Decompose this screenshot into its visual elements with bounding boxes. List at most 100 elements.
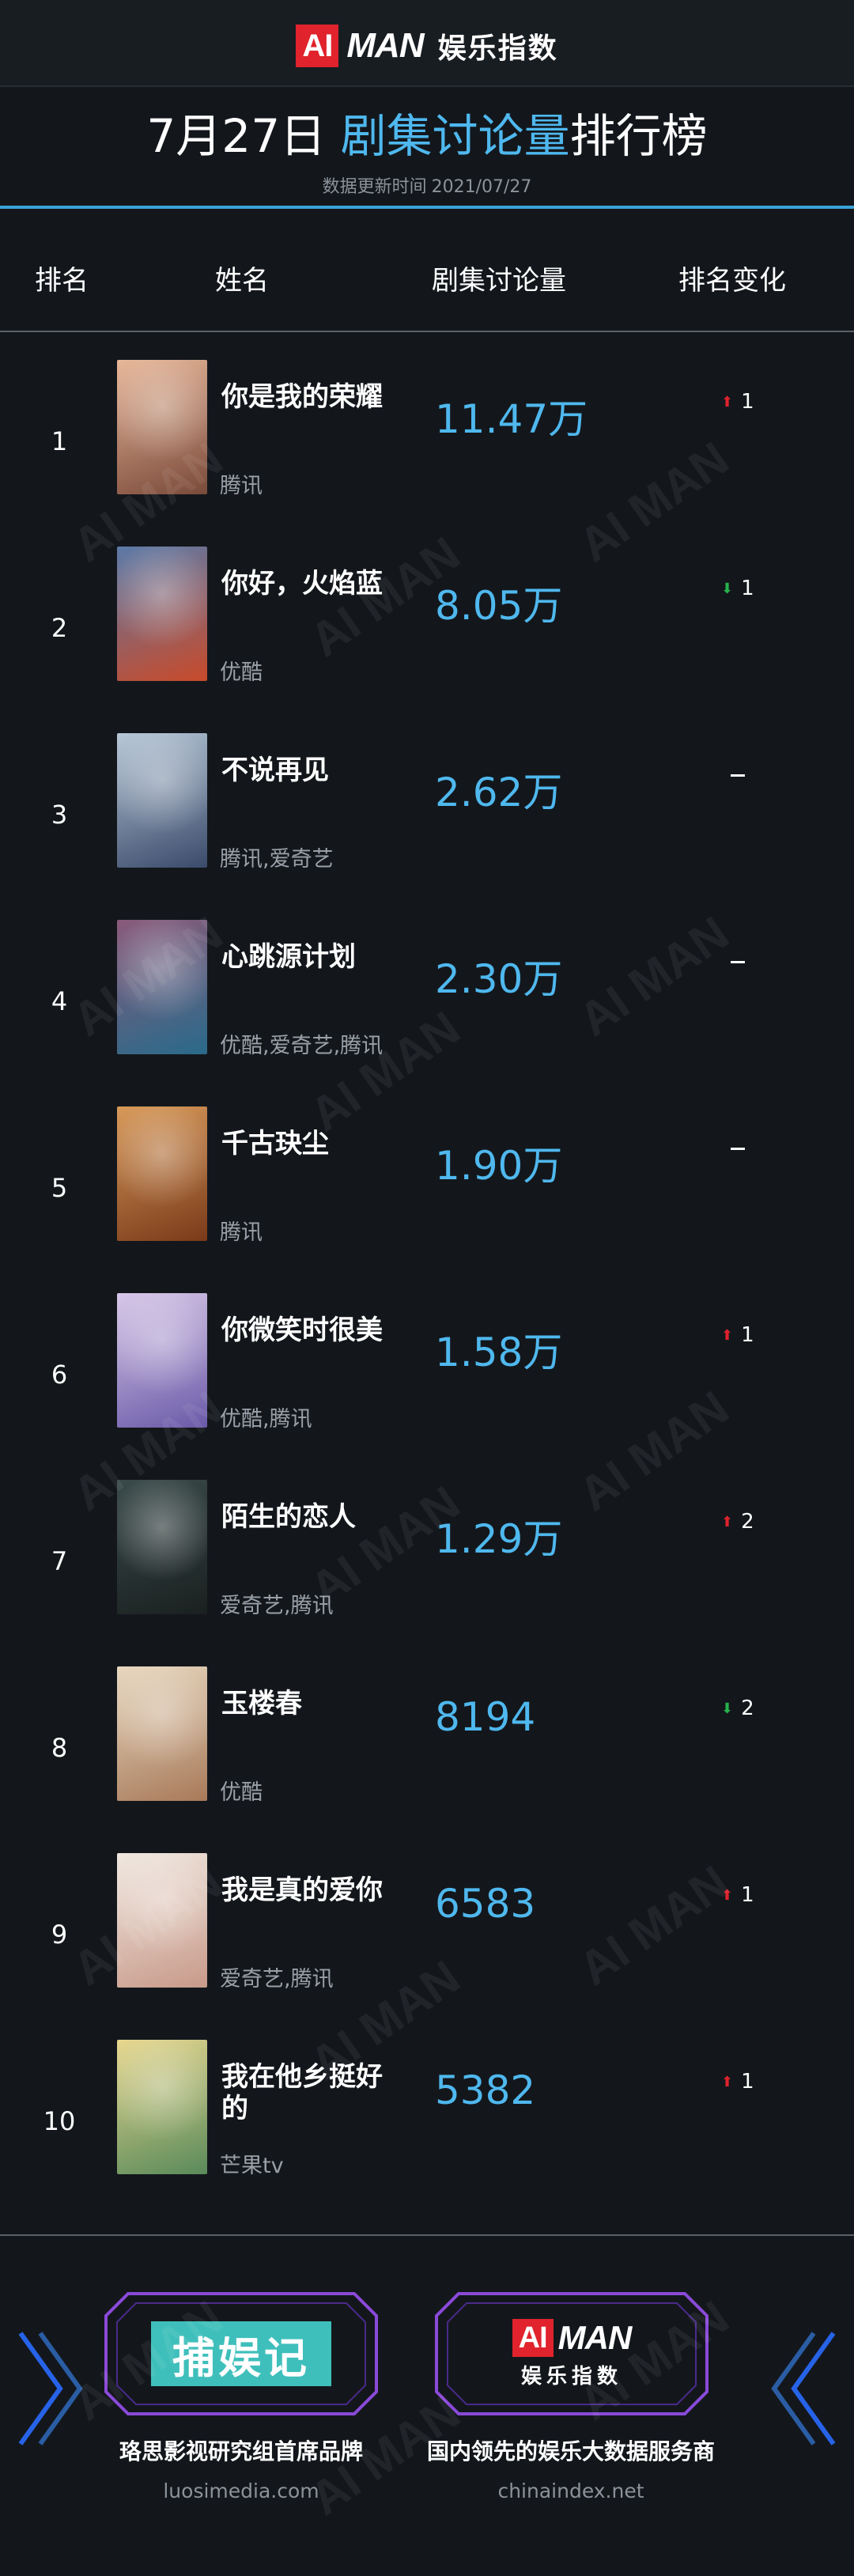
- rank-number: 2: [51, 613, 68, 643]
- footer-ai-mark: AI: [512, 2318, 554, 2357]
- rank-change: ⬆ 1: [721, 2066, 784, 2097]
- brand-man-text: MAN: [346, 26, 424, 65]
- drama-poster[interactable]: [117, 1293, 207, 1428]
- arrow-up-icon: ⬆: [721, 1886, 734, 1904]
- rank-change-value: 2: [741, 1697, 754, 1720]
- aiman-footer-logo: AI MAN 娱乐指数: [512, 2318, 633, 2389]
- drama-platform: 优酷,爱奇艺,腾讯: [220, 1034, 384, 1058]
- footer-left-url[interactable]: luosimedia.com: [67, 2480, 415, 2502]
- drama-poster[interactable]: [117, 920, 207, 1054]
- no-change-dash-icon: [731, 774, 745, 777]
- drama-name: 心跳源计划: [221, 941, 356, 973]
- arrow-down-icon: ⬇: [721, 580, 734, 597]
- title-divider: [0, 206, 854, 209]
- no-change-dash-icon: [731, 1147, 745, 1150]
- ranking-row[interactable]: 7 陌生的恋人爱奇艺,腾讯 1.29万 ⬆ 2: [0, 1468, 854, 1655]
- discussion-volume: 11.47万: [435, 396, 588, 442]
- drama-name: 你微笑时很美: [221, 1314, 383, 1346]
- rank-number: 3: [51, 800, 68, 830]
- rank-change-value: 1: [741, 1883, 754, 1907]
- buyuji-logo: 捕娱记: [151, 2321, 331, 2386]
- drama-platform: 腾讯: [220, 474, 263, 498]
- discussion-volume: 1.29万: [435, 1516, 563, 1562]
- discussion-volume: 6583: [435, 1881, 536, 1927]
- rank-number: 10: [43, 2106, 76, 2136]
- drama-name: 千古玦尘: [221, 1128, 329, 1159]
- drama-name: 我在他乡挺好的: [221, 2061, 383, 2124]
- drama-platform: 爱奇艺,腾讯: [220, 1967, 334, 1992]
- arrow-up-icon: ⬆: [721, 2073, 734, 2090]
- ranking-row[interactable]: 5 千古玦尘 腾讯 1.90万: [0, 1095, 854, 1281]
- rank-number: 5: [51, 1173, 68, 1203]
- arrow-up-icon: ⬆: [721, 393, 734, 410]
- drama-poster[interactable]: [117, 1106, 207, 1241]
- rank-change: ⬆ 1: [721, 1319, 784, 1351]
- discussion-volume: 2.30万: [435, 956, 563, 1002]
- rank-number: 9: [51, 1920, 68, 1950]
- drama-poster[interactable]: [117, 1666, 207, 1801]
- drama-platform: 爱奇艺,腾讯: [220, 1594, 334, 1618]
- footer-left-tagline: 珞思影视研究组首席品牌: [119, 2438, 363, 2464]
- drama-name: 陌生的恋人: [221, 1501, 356, 1533]
- discussion-volume: 8194: [435, 1694, 536, 1740]
- footer-right-url[interactable]: chinaindex.net: [397, 2480, 745, 2502]
- drama-name: 不说再见: [221, 755, 329, 786]
- title-suffix: 排行榜: [569, 109, 708, 163]
- footer-divider: [0, 2234, 854, 2236]
- drama-poster[interactable]: [117, 547, 207, 681]
- discussion-volume: 1.58万: [435, 1330, 563, 1375]
- brand-ai-mark: AI: [296, 25, 339, 67]
- ranking-row[interactable]: 9 我是真的爱你 爱奇艺,腾讯 6583 ⬆ 1: [0, 1841, 854, 2028]
- column-header-rank-change: 排名变化: [678, 265, 786, 297]
- no-change-dash-icon: [731, 960, 745, 963]
- rank-change-value: 2: [741, 1510, 754, 1534]
- right-chevron-decoration: [771, 2332, 836, 2445]
- drama-poster[interactable]: [117, 360, 207, 494]
- rank-change-value: 1: [741, 2070, 754, 2094]
- drama-name: 你好，火焰蓝: [221, 568, 383, 600]
- page-title: 7月27日 剧集讨论量排行榜: [0, 104, 854, 168]
- drama-platform: 腾讯,爱奇艺: [220, 847, 334, 872]
- rank-number: 6: [51, 1360, 68, 1390]
- discussion-volume: 5382: [435, 2067, 536, 2113]
- rank-change: ⬇ 1: [721, 573, 784, 604]
- column-header-discussion: 剧集讨论量: [432, 265, 566, 297]
- rank-change: ⬆ 2: [721, 1506, 784, 1538]
- rank-change-value: 1: [741, 390, 754, 414]
- ranking-row[interactable]: 1 你是我的荣耀 腾讯 11.47万 ⬆ 1: [0, 348, 854, 535]
- column-header-name: 姓名: [215, 265, 269, 297]
- discussion-volume: 8.05万: [435, 583, 563, 629]
- footer-right-tagline: 国内领先的娱乐大数据服务商: [426, 2438, 715, 2464]
- rank-change: [721, 759, 784, 791]
- drama-poster[interactable]: [117, 1853, 207, 1988]
- brand-logo: AI MAN 娱乐指数: [0, 22, 854, 70]
- drama-poster[interactable]: [117, 2040, 207, 2174]
- footer-left-frame: 捕娱记: [104, 2292, 378, 2415]
- rank-number: 1: [51, 426, 68, 456]
- arrow-down-icon: ⬇: [721, 1700, 734, 1717]
- rank-number: 7: [51, 1546, 68, 1576]
- ranking-row[interactable]: 4 心跳源计划优酷,爱奇艺,腾讯 2.30万: [0, 908, 854, 1095]
- drama-poster[interactable]: [117, 733, 207, 868]
- drama-poster[interactable]: [117, 1480, 207, 1614]
- arrow-up-icon: ⬆: [721, 1326, 734, 1344]
- ranking-row[interactable]: 8 玉楼春 优酷 8194 ⬇ 2: [0, 1655, 854, 1841]
- ranking-row[interactable]: 6 你微笑时很美 优酷,腾讯 1.58万 ⬆ 1: [0, 1281, 854, 1468]
- brand-subtitle: 娱乐指数: [437, 32, 558, 65]
- footer-right-frame: AI MAN 娱乐指数: [435, 2292, 709, 2415]
- drama-platform: 优酷: [220, 660, 263, 685]
- column-header-rank: 排名: [35, 265, 89, 297]
- update-label: 数据更新时间: [322, 177, 427, 197]
- drama-name: 玉楼春: [221, 1688, 302, 1719]
- rank-change: ⬆ 1: [721, 1879, 784, 1911]
- ranking-list: 1 你是我的荣耀 腾讯 11.47万 ⬆ 1 2 你好，火焰蓝 优酷 8.05万 ⬇ 1 3 不说再见 腾讯…: [0, 348, 854, 2215]
- rank-change-value: 1: [741, 1323, 754, 1347]
- footer-man-text: MAN: [557, 2318, 633, 2356]
- title-date: 7月27日: [146, 109, 327, 163]
- rank-number: 4: [51, 986, 68, 1016]
- ranking-row[interactable]: 10 我在他乡挺好的 芒果tv 5382 ⬆ 1: [0, 2028, 854, 2215]
- ranking-row[interactable]: 3 不说再见 腾讯,爱奇艺 2.62万: [0, 721, 854, 908]
- rank-change: ⬇ 2: [721, 1693, 784, 1724]
- ranking-row[interactable]: 2 你好，火焰蓝优酷 8.05万 ⬇ 1: [0, 535, 854, 721]
- drama-platform: 优酷: [220, 1780, 263, 1805]
